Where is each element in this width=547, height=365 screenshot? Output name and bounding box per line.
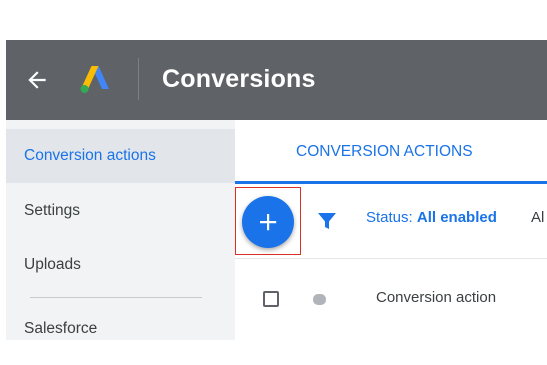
add-conversion-button[interactable] xyxy=(242,196,294,248)
select-all-checkbox[interactable] xyxy=(263,291,279,307)
next-filter-truncated[interactable]: Al xyxy=(531,209,544,226)
table-header-row: Conversion action xyxy=(235,259,547,340)
sidebar-divider xyxy=(30,297,202,298)
sidebar-item-conversion-actions[interactable]: Conversion actions xyxy=(6,129,235,183)
sidebar-item-salesforce[interactable]: Salesforce xyxy=(6,302,235,340)
google-ads-logo[interactable] xyxy=(78,62,112,96)
app-header: Conversions xyxy=(6,40,547,120)
sidebar-item-uploads[interactable]: Uploads xyxy=(6,238,235,292)
toolbar: Status: All enabled Al xyxy=(235,184,547,259)
filter-icon[interactable] xyxy=(317,211,337,231)
column-header-conversion-action[interactable]: Conversion action xyxy=(376,289,496,306)
add-button-highlight xyxy=(235,187,301,255)
status-filter-label: Status: xyxy=(366,209,417,226)
status-filter-chip[interactable]: Status: All enabled xyxy=(366,209,497,226)
sidebar: Conversion actions Settings Uploads Sale… xyxy=(6,120,235,340)
tab-label: CONVERSION ACTIONS xyxy=(296,143,473,160)
page-title: Conversions xyxy=(162,65,316,93)
conversions-page: Conversions Conversion actions Settings … xyxy=(6,40,547,340)
arrow-left-icon[interactable] xyxy=(24,67,50,93)
header-divider xyxy=(138,58,139,100)
status-filter-value: All enabled xyxy=(416,209,497,226)
main-content: CONVERSION ACTIONS Status: All enabled A… xyxy=(235,120,547,340)
status-dot-icon xyxy=(313,294,326,305)
plus-icon xyxy=(260,214,277,231)
sidebar-item-settings[interactable]: Settings xyxy=(6,184,235,238)
tab-conversion-actions[interactable]: CONVERSION ACTIONS xyxy=(235,120,547,184)
